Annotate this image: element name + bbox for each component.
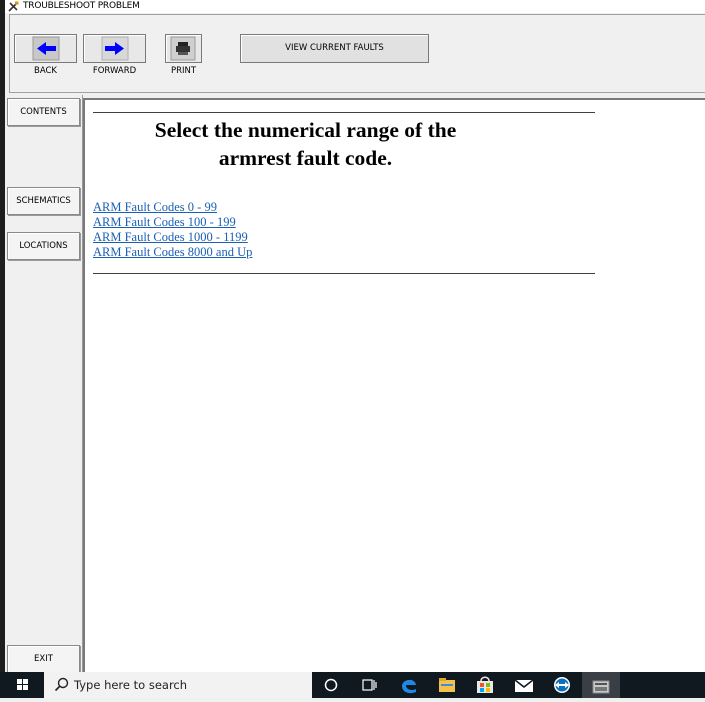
print-button[interactable] — [165, 34, 202, 63]
cortana-icon[interactable] — [312, 672, 350, 698]
title-bar: TROUBLESHOOT PROBLEM — [5, 0, 705, 13]
locations-button[interactable]: LOCATIONS — [7, 232, 80, 260]
link-fault-codes-0-99[interactable]: ARM Fault Codes 0 - 99 — [93, 200, 252, 215]
tools-icon — [8, 1, 19, 12]
edge-icon[interactable] — [390, 672, 428, 698]
taskbar: Type here to search — [0, 672, 705, 698]
link-fault-codes-1000-1199[interactable]: ARM Fault Codes 1000 - 1199 — [93, 230, 252, 245]
back-label: BACK — [33, 66, 57, 76]
content-pane: Select the numerical range of the armres… — [83, 98, 705, 672]
teamviewer-icon[interactable] — [543, 672, 581, 698]
mail-icon[interactable] — [505, 672, 543, 698]
task-view-icon[interactable] — [350, 672, 388, 698]
search-placeholder: Type here to search — [74, 678, 188, 692]
app-icon[interactable] — [582, 672, 620, 698]
search-box[interactable]: Type here to search — [44, 672, 312, 698]
windows-icon — [17, 679, 28, 690]
toolbar: BACK FORWARD PRINT VIEW CURRENT FAULTS — [9, 14, 705, 93]
contents-button[interactable]: CONTENTS — [7, 98, 80, 126]
exit-button[interactable]: EXIT — [7, 645, 80, 673]
page-heading: Select the numerical range of the armres… — [93, 116, 518, 172]
window-title: TROUBLESHOOT PROBLEM — [23, 1, 140, 11]
start-button[interactable] — [0, 672, 44, 698]
heading-line-1: Select the numerical range of the — [154, 118, 457, 142]
store-icon[interactable] — [466, 672, 504, 698]
schematics-button[interactable]: SCHEMATICS — [7, 187, 80, 215]
back-button[interactable] — [14, 34, 77, 63]
search-icon — [54, 677, 69, 692]
forward-button[interactable] — [83, 34, 146, 63]
sidebar: CONTENTS SCHEMATICS LOCATIONS EXIT — [5, 95, 83, 673]
printer-icon — [170, 36, 196, 61]
bottom-rule — [93, 273, 595, 274]
fault-code-links: ARM Fault Codes 0 - 99 ARM Fault Codes 1… — [93, 200, 252, 260]
link-fault-codes-8000-up[interactable]: ARM Fault Codes 8000 and Up — [93, 245, 252, 260]
print-label: PRINT — [170, 66, 197, 76]
arrow-right-icon — [101, 36, 129, 61]
forward-label: FORWARD — [92, 66, 137, 76]
file-explorer-icon[interactable] — [428, 672, 466, 698]
view-current-faults-button[interactable]: VIEW CURRENT FAULTS — [240, 34, 429, 63]
arrow-left-icon — [32, 36, 60, 61]
link-fault-codes-100-199[interactable]: ARM Fault Codes 100 - 199 — [93, 215, 252, 230]
heading-line-2: armrest fault code. — [218, 146, 393, 170]
top-rule — [93, 112, 595, 113]
